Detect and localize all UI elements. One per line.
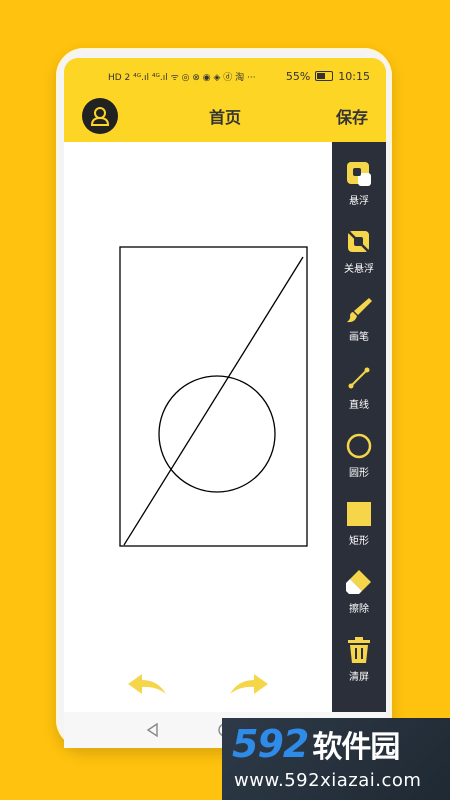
tool-label: 画笔: [349, 332, 369, 343]
save-button[interactable]: 保存: [336, 94, 368, 142]
app-bar: 首页 保存: [64, 94, 386, 142]
tool-label: 关悬浮: [344, 264, 374, 275]
back-nav-icon[interactable]: [145, 722, 161, 738]
rectangle-icon: [347, 502, 371, 526]
circle-icon: [346, 433, 372, 459]
eraser-icon: [346, 570, 371, 594]
status-bar: HD 2 ⁴ᴳ.ıl ⁴ᴳ.ıl ᯤ ◎ ⊗ ◉ ◈ ⓓ 淘 ··· 55% 1…: [64, 58, 386, 94]
status-right: 55% 10:15: [286, 70, 370, 83]
tool-rectangle[interactable]: 矩形: [332, 494, 386, 554]
redo-icon[interactable]: [228, 672, 270, 698]
drawing-layer: [119, 246, 308, 547]
tool-label: 擦除: [349, 604, 369, 615]
tool-brush[interactable]: 画笔: [332, 290, 386, 350]
tool-line[interactable]: 直线: [332, 358, 386, 418]
float-off-icon: [347, 230, 371, 254]
drawing-canvas[interactable]: [64, 142, 332, 712]
tool-label: 清屏: [349, 672, 369, 683]
app-screen: HD 2 ⁴ᴳ.ıl ⁴ᴳ.ıl ᯤ ◎ ⊗ ◉ ◈ ⓓ 淘 ··· 55% 1…: [64, 58, 386, 748]
tool-float[interactable]: 悬浮: [332, 154, 386, 214]
drawn-rectangle: [119, 246, 308, 547]
tool-eraser[interactable]: 擦除: [332, 562, 386, 622]
trash-icon: [348, 637, 370, 663]
brush-icon: [347, 298, 372, 323]
drawn-line: [123, 256, 304, 546]
history-controls: [64, 658, 332, 718]
tool-label: 直线: [349, 400, 369, 411]
tool-float-off[interactable]: 关悬浮: [332, 222, 386, 282]
drawn-circle: [158, 375, 276, 493]
clock: 10:15: [338, 69, 370, 83]
watermark-brand: 592 软件园: [232, 722, 400, 766]
tool-circle[interactable]: 圆形: [332, 426, 386, 486]
line-icon: [348, 367, 370, 389]
battery-percent: 55%: [285, 69, 311, 83]
tool-label: 矩形: [349, 536, 369, 547]
tool-label: 圆形: [349, 468, 369, 479]
watermark-url: www.592xiazai.com: [234, 770, 422, 791]
tool-label: 悬浮: [349, 196, 369, 207]
site-watermark: 592 软件园 www.592xiazai.com: [222, 718, 450, 800]
battery-icon: [315, 71, 334, 81]
tool-sidebar: 悬浮 关悬浮 画笔 直线 圆形 矩形 擦除 清屏: [332, 142, 386, 712]
float-window-icon: [347, 162, 371, 186]
undo-icon[interactable]: [126, 672, 168, 698]
status-icons: HD 2 ⁴ᴳ.ıl ⁴ᴳ.ıl ᯤ ◎ ⊗ ◉ ◈ ⓓ 淘 ···: [108, 72, 256, 83]
tool-clear[interactable]: 清屏: [332, 630, 386, 690]
